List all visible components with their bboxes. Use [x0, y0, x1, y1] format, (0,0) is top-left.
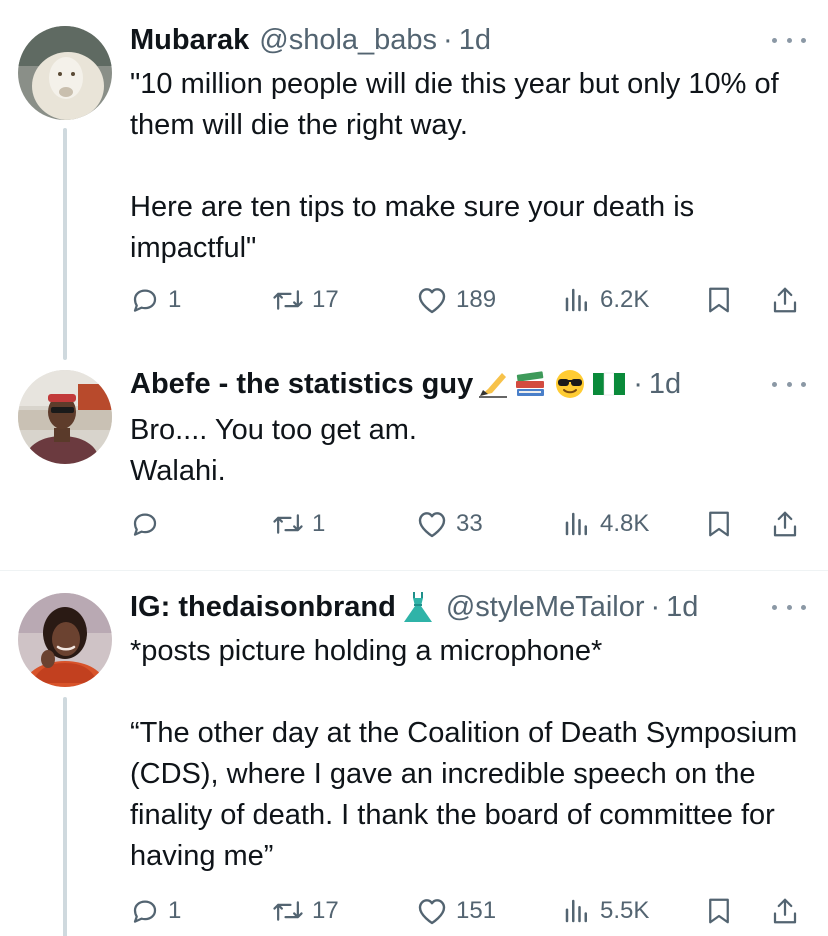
post-header: Mubarak @shola_babs · 1d: [130, 20, 768, 60]
share-icon: [770, 508, 800, 540]
heart-icon: [416, 285, 448, 315]
bookmark-icon: [704, 508, 734, 540]
views-icon: [562, 896, 592, 926]
like-button[interactable]: 151: [416, 891, 496, 931]
reply-button[interactable]: 1: [130, 280, 181, 320]
separator-dot: ·: [633, 367, 643, 400]
timestamp[interactable]: 1d: [649, 368, 681, 401]
share-icon: [770, 895, 800, 927]
heart-icon: [416, 509, 448, 539]
views-button[interactable]: 6.2K: [562, 280, 649, 320]
reply-button[interactable]: 1: [130, 891, 181, 931]
more-icon[interactable]: [772, 597, 806, 617]
heart-icon: [416, 896, 448, 926]
views-button[interactable]: 4.8K: [562, 504, 649, 544]
action-bar: 1 17 189 6.2K: [130, 280, 808, 320]
author-handle[interactable]: @styleMeTailor: [446, 591, 645, 624]
post-2[interactable]: Abefe - the statistics guy · 1d Bro.... …: [0, 350, 828, 570]
post-text: Bro.... You too get am. Walahi.: [130, 414, 417, 487]
bookmark-icon: [704, 284, 734, 316]
avatar[interactable]: [18, 593, 112, 687]
post-text: *posts picture holding a microphone* “Th…: [130, 635, 798, 872]
repost-button[interactable]: 1: [272, 504, 325, 544]
author-name[interactable]: Mubarak: [130, 24, 249, 57]
share-button[interactable]: [770, 891, 800, 931]
post-header: Abefe - the statistics guy · 1d: [130, 364, 768, 404]
post-header: IG: thedaisonbrand @styleMeTailor · 1d: [130, 587, 768, 627]
views-count: 6.2K: [600, 286, 650, 313]
bookmark-button[interactable]: [704, 504, 734, 544]
repost-count: 1: [312, 510, 326, 537]
reply-count: 1: [168, 897, 182, 924]
bookmark-button[interactable]: [704, 891, 734, 931]
timestamp[interactable]: 1d: [666, 591, 698, 624]
bookmark-icon: [704, 895, 734, 927]
repost-button[interactable]: 17: [272, 280, 339, 320]
reply-icon: [130, 509, 160, 539]
like-button[interactable]: 189: [416, 280, 496, 320]
action-bar: 1 33 4.8K: [130, 504, 808, 544]
author-handle[interactable]: @shola_babs: [259, 24, 437, 57]
more-icon[interactable]: [772, 374, 806, 394]
share-button[interactable]: [770, 504, 800, 544]
author-name[interactable]: Abefe - the statistics guy: [130, 368, 473, 401]
more-icon[interactable]: [772, 30, 806, 50]
reply-count: 1: [168, 286, 182, 313]
timestamp[interactable]: 1d: [459, 24, 491, 57]
bookmark-button[interactable]: [704, 280, 734, 320]
sunglasses-face-emoji: [553, 368, 587, 400]
repost-icon: [272, 509, 304, 539]
thread-line: [63, 128, 67, 360]
repost-button[interactable]: 17: [272, 891, 339, 931]
views-icon: [562, 285, 592, 315]
reply-icon: [130, 896, 160, 926]
repost-icon: [272, 285, 304, 315]
post-3[interactable]: IG: thedaisonbrand @styleMeTailor · 1d *…: [0, 571, 828, 936]
like-button[interactable]: 33: [416, 504, 483, 544]
share-button[interactable]: [770, 280, 800, 320]
separator-dot: ·: [443, 23, 453, 56]
repost-icon: [272, 896, 304, 926]
like-count: 151: [456, 897, 497, 924]
writing-hand-emoji: [477, 369, 509, 399]
reply-button[interactable]: [130, 504, 168, 544]
post-1[interactable]: Mubarak @shola_babs · 1d "10 million peo…: [0, 0, 828, 360]
views-count: 5.5K: [600, 897, 650, 924]
dress-emoji: [400, 590, 436, 624]
action-bar: 1 17 151 5.5K: [130, 891, 808, 931]
avatar[interactable]: [18, 26, 112, 120]
share-icon: [770, 284, 800, 316]
reply-icon: [130, 285, 160, 315]
views-icon: [562, 509, 592, 539]
repost-count: 17: [312, 897, 339, 924]
thread-line: [63, 697, 67, 936]
books-emoji: [513, 369, 549, 399]
repost-count: 17: [312, 286, 339, 313]
author-name[interactable]: IG: thedaisonbrand: [130, 591, 396, 624]
nigeria-flag-emoji: [591, 371, 627, 397]
like-count: 33: [456, 510, 483, 537]
avatar[interactable]: [18, 370, 112, 464]
views-button[interactable]: 5.5K: [562, 891, 649, 931]
like-count: 189: [456, 286, 497, 313]
post-text: "10 million people will die this year bu…: [130, 68, 779, 264]
separator-dot: ·: [650, 590, 661, 623]
views-count: 4.8K: [600, 510, 650, 537]
